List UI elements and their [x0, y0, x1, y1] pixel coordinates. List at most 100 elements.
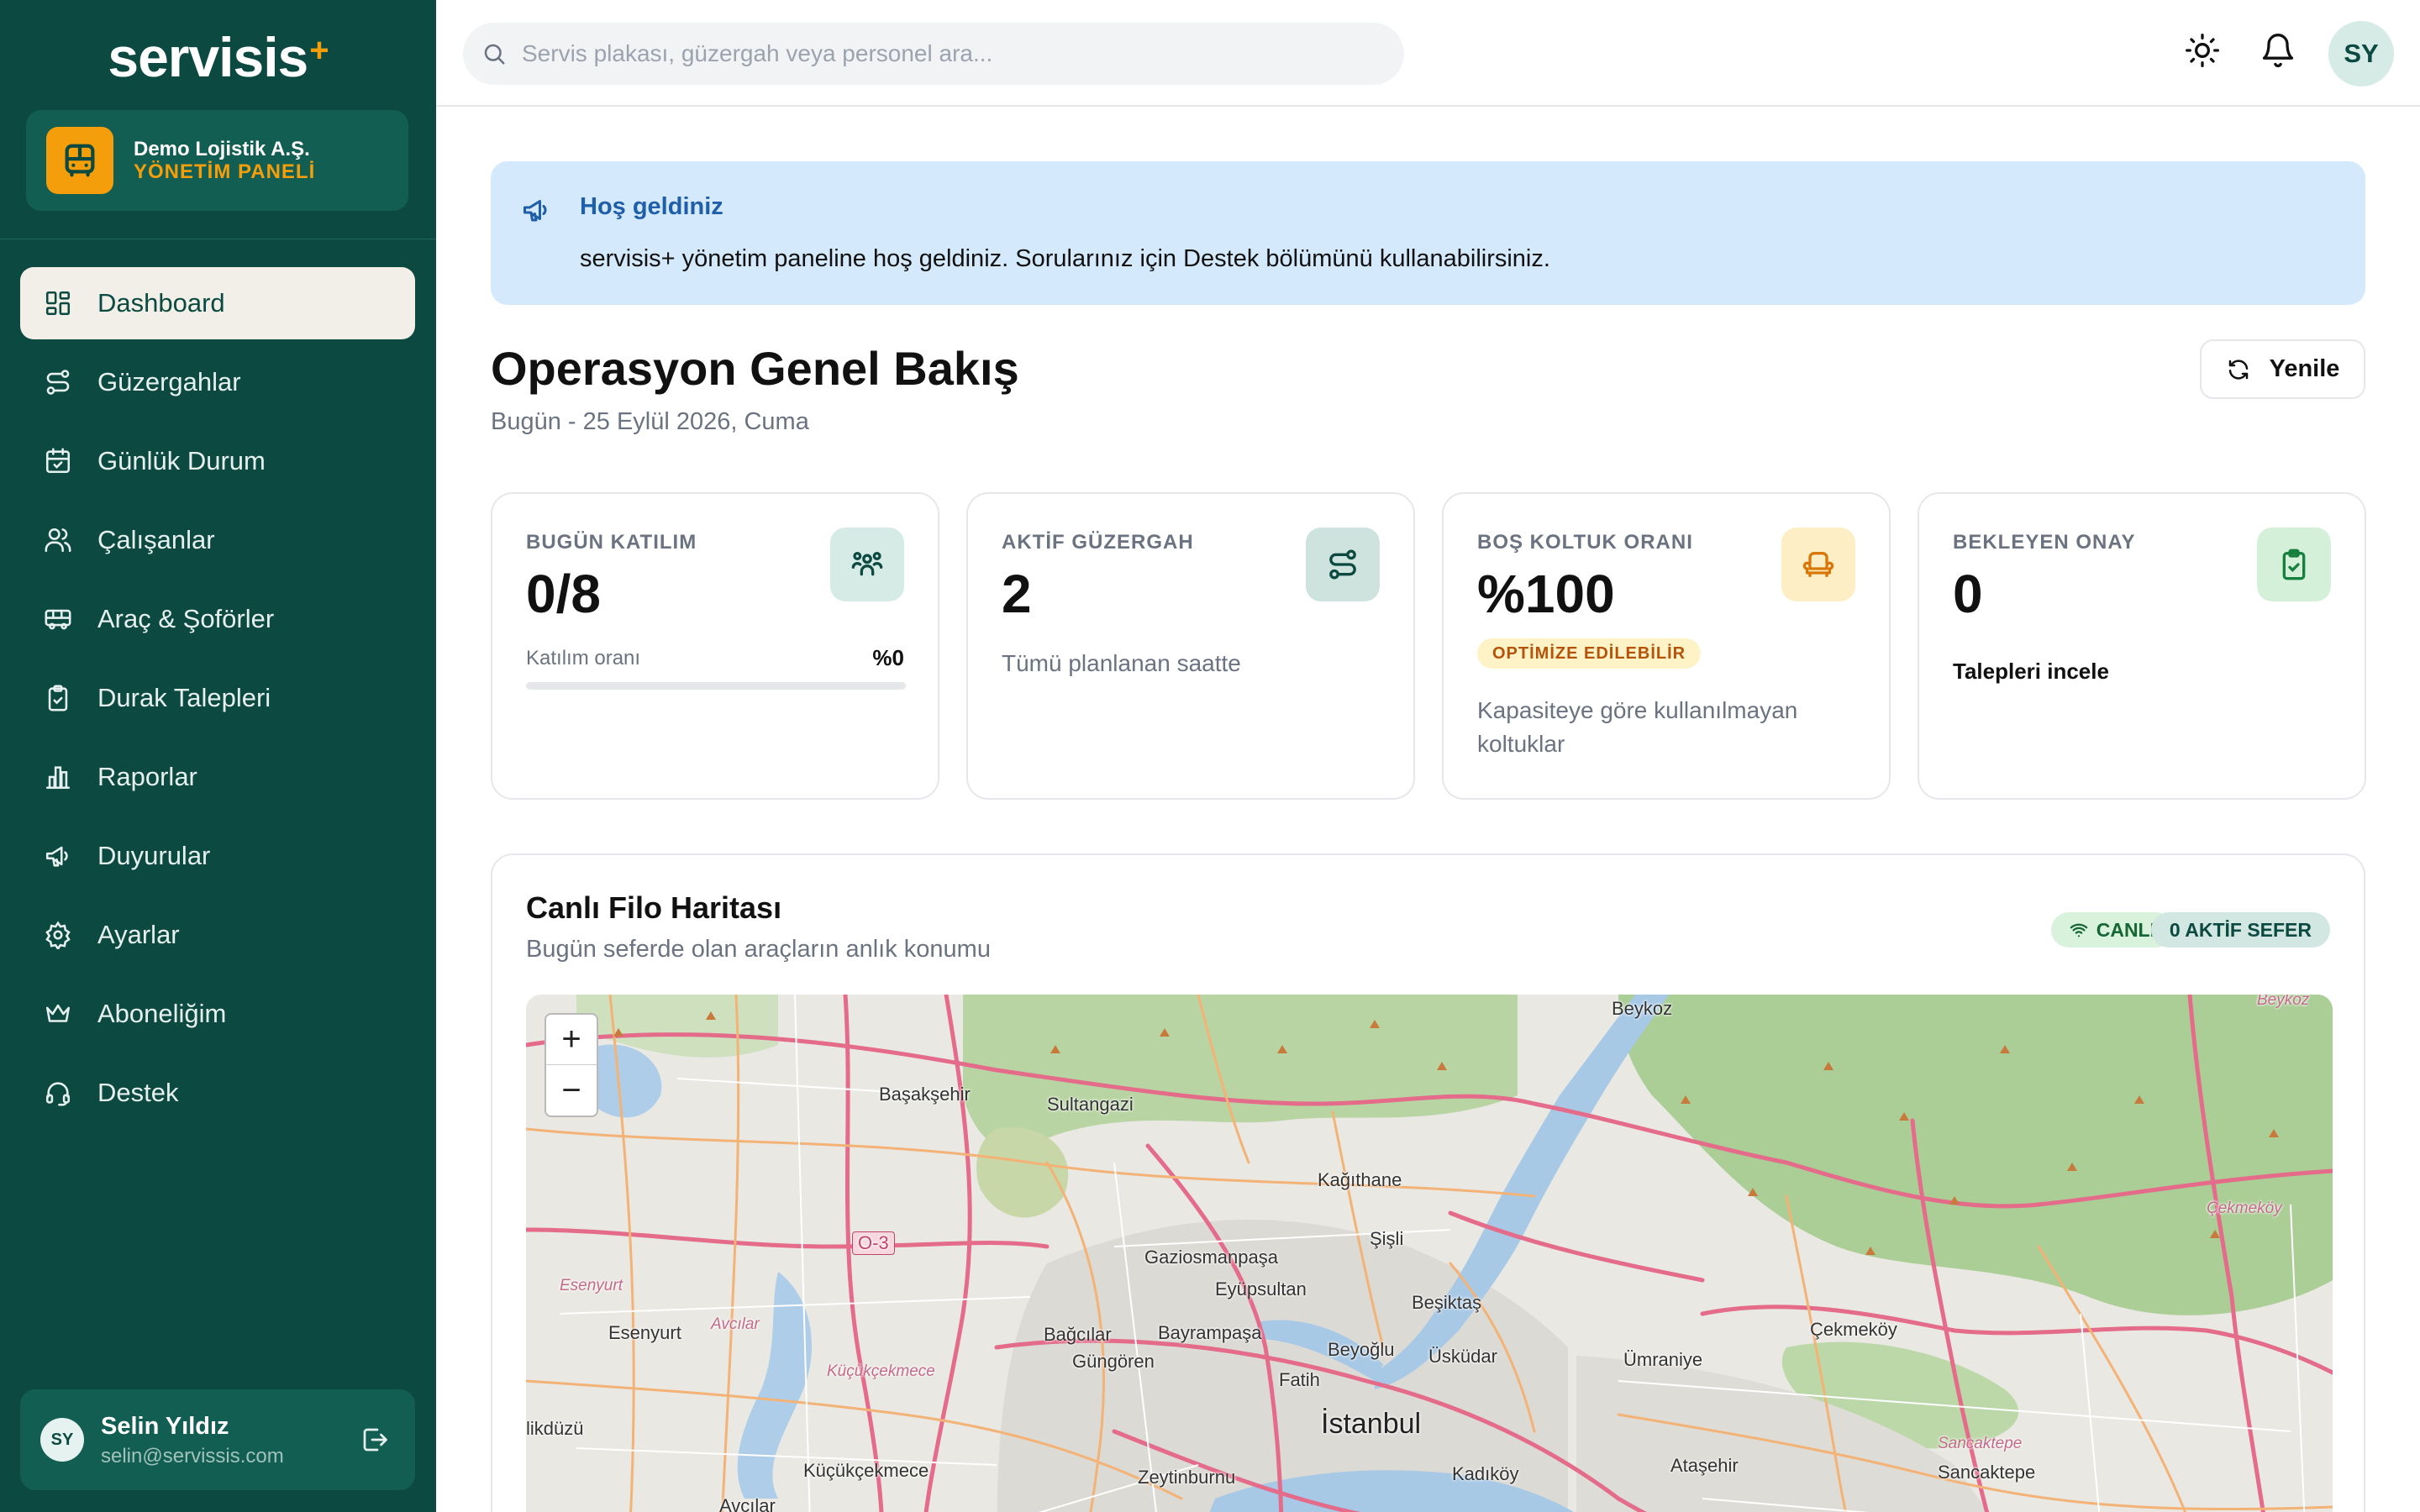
- avatar[interactable]: SY: [2328, 21, 2394, 87]
- sidebar-item-employees[interactable]: Çalışanlar: [20, 504, 415, 576]
- sidebar-item-label: Günlük Durum: [97, 446, 266, 475]
- sidebar-item-label: Araç & Şoförler: [97, 604, 275, 633]
- app-logo[interactable]: servisis+: [0, 25, 436, 89]
- zoom-control: + −: [544, 1013, 598, 1117]
- map-label-istanbul: İstanbul: [1321, 1408, 1422, 1440]
- organization-name: Demo Lojistik A.Ş.: [134, 138, 310, 160]
- pending-approval-card[interactable]: BEKLEYEN ONAY 0 Talepleri incele: [1918, 492, 2366, 800]
- sidebar-item-settings[interactable]: Ayarlar: [20, 899, 415, 971]
- bell-icon[interactable]: [2260, 32, 2296, 69]
- card-label: AKTİF GÜZERGAH: [1002, 531, 1194, 554]
- organization-card[interactable]: Demo Lojistik A.Ş. YÖNETİM PANELİ: [26, 110, 408, 211]
- gear-icon: [45, 921, 71, 949]
- map-label: Üsküdar: [1428, 1346, 1497, 1367]
- welcome-banner: Hoş geldiniz servisis+ yönetim paneline …: [491, 161, 2365, 305]
- calendar-check-icon: [45, 448, 71, 474]
- active-trips-badge: 0 AKTİF SEFER: [2150, 912, 2330, 948]
- card-label: BEKLEYEN ONAY: [1953, 531, 2136, 554]
- map-label: Esenyurt: [608, 1322, 681, 1343]
- sidebar-item-reports[interactable]: Raporlar: [20, 741, 415, 813]
- map-label: Güngören: [1072, 1351, 1155, 1372]
- map-label: Beşiktaş: [1412, 1292, 1482, 1313]
- sidebar-item-announcements[interactable]: Duyurular: [20, 820, 415, 892]
- sidebar-item-dashboard[interactable]: Dashboard: [20, 267, 415, 339]
- refresh-button[interactable]: Yenile: [2200, 339, 2365, 399]
- map-label: Fatih: [1279, 1369, 1320, 1390]
- map-label: Avcılar: [711, 1315, 760, 1333]
- map-label: Küçükçekmece: [827, 1362, 935, 1380]
- fleet-map[interactable]: + − Beykoz Başakşehir Sultangazi Kağıtha…: [526, 995, 2333, 1512]
- map-tiles: [526, 995, 2333, 1512]
- dashboard-icon: [45, 291, 71, 316]
- map-label: Beyoğlu: [1328, 1339, 1395, 1360]
- people-group-icon: [851, 552, 883, 576]
- sidebar-item-support[interactable]: Destek: [20, 1057, 415, 1129]
- review-requests-link[interactable]: Talepleri incele: [1953, 659, 2109, 685]
- megaphone-icon: [523, 200, 547, 222]
- theme-toggle-sun-icon[interactable]: [2184, 32, 2221, 69]
- active-routes-card[interactable]: AKTİF GÜZERGAH 2 Tümü planlanan saatte: [966, 492, 1415, 800]
- sidebar-item-label: Güzergahlar: [97, 367, 241, 396]
- sidebar-item-label: Raporlar: [97, 762, 197, 791]
- sidebar-item-routes[interactable]: Güzergahlar: [20, 346, 415, 418]
- zoom-out-button[interactable]: −: [546, 1065, 597, 1116]
- search-bar[interactable]: [463, 23, 1404, 85]
- sidebar-item-subscription[interactable]: Aboneliğim: [20, 978, 415, 1050]
- sidebar-item-vehicles[interactable]: Araç & Şoförler: [20, 583, 415, 655]
- empty-seat-rate-card[interactable]: BOŞ KOLTUK ORANI %100 OPTİMİZE EDİLEBİLİ…: [1442, 492, 1891, 800]
- map-label: Kağıthane: [1318, 1169, 1402, 1190]
- map-label: Çekmeköy: [1810, 1319, 1897, 1340]
- route-icon: [46, 370, 70, 395]
- logo-mark: +: [309, 32, 329, 69]
- sidebar-item-label: Aboneliğim: [97, 999, 227, 1028]
- user-card[interactable]: SY Selin Yıldız selin@servissis.com: [20, 1389, 415, 1490]
- sidebar-item-daily-status[interactable]: Günlük Durum: [20, 425, 415, 497]
- active-trips-label: 0 AKTİF SEFER: [2169, 918, 2312, 941]
- map-label: Zeytinburnu: [1138, 1467, 1236, 1488]
- routes-icon-box: [1306, 528, 1380, 601]
- sidebar-nav: Dashboard Güzergahlar Günlük Durum Çalış…: [20, 267, 415, 1136]
- megaphone-icon: [45, 846, 68, 867]
- map-label: Eyüpsultan: [1215, 1278, 1307, 1299]
- sidebar-item-label: Çalışanlar: [97, 525, 215, 554]
- map-label: Beykoz: [2257, 995, 2310, 1009]
- bus-icon: [45, 609, 71, 630]
- map-label: Bağcılar: [1044, 1324, 1112, 1345]
- sidebar-item-stop-requests[interactable]: Durak Talepleri: [20, 662, 415, 734]
- card-description: Tümü planlanan saatte: [1002, 650, 1241, 676]
- refresh-icon: [2228, 359, 2248, 380]
- map-label: Esenyurt: [560, 1277, 623, 1294]
- card-value: %100: [1477, 564, 1615, 624]
- user-avatar: SY: [40, 1418, 84, 1462]
- sidebar-item-label: Destek: [97, 1078, 179, 1107]
- card-label: BUGÜN KATILIM: [526, 531, 697, 554]
- banner-title: Hoş geldiniz: [580, 193, 723, 220]
- topbar: SY: [436, 0, 2420, 107]
- wifi-icon: [2070, 923, 2087, 937]
- card-value: 0/8: [526, 564, 601, 624]
- progress-value: %0: [872, 645, 904, 670]
- sidebar-item-label: Ayarlar: [97, 920, 180, 949]
- organization-subtitle: YÖNETİM PANELİ: [134, 160, 316, 183]
- armchair-icon: [1802, 552, 1834, 577]
- map-label: Sultangazi: [1047, 1094, 1134, 1115]
- clipboard-check-icon: [48, 685, 68, 711]
- attendance-card[interactable]: BUGÜN KATILIM 0/8 Katılım oranı %0: [491, 492, 939, 800]
- user-email: selin@servissis.com: [101, 1445, 284, 1467]
- map-label: Küçükçekmece: [803, 1460, 929, 1481]
- attendance-progress-bar: [526, 682, 906, 690]
- headset-icon: [45, 1082, 71, 1106]
- map-label: likdüzü: [526, 1418, 584, 1439]
- bus-front-icon: [46, 127, 113, 194]
- search-input[interactable]: [522, 23, 1379, 85]
- logout-icon[interactable]: [360, 1425, 390, 1455]
- banner-text: servisis+ yönetim paneline hoş geldiniz.…: [580, 245, 1550, 272]
- sidebar-item-label: Durak Talepleri: [97, 683, 271, 712]
- page-date: Bugün - 25 Eylül 2026, Cuma: [491, 408, 809, 435]
- map-label: Avcılar: [719, 1495, 776, 1512]
- attendance-icon-box: [830, 528, 904, 601]
- card-description: Kapasiteye göre kullanılmayan koltuklar: [1477, 697, 1798, 757]
- zoom-in-button[interactable]: +: [546, 1015, 597, 1065]
- progress-label: Katılım oranı: [526, 647, 641, 669]
- map-label: Ümraniye: [1623, 1349, 1703, 1370]
